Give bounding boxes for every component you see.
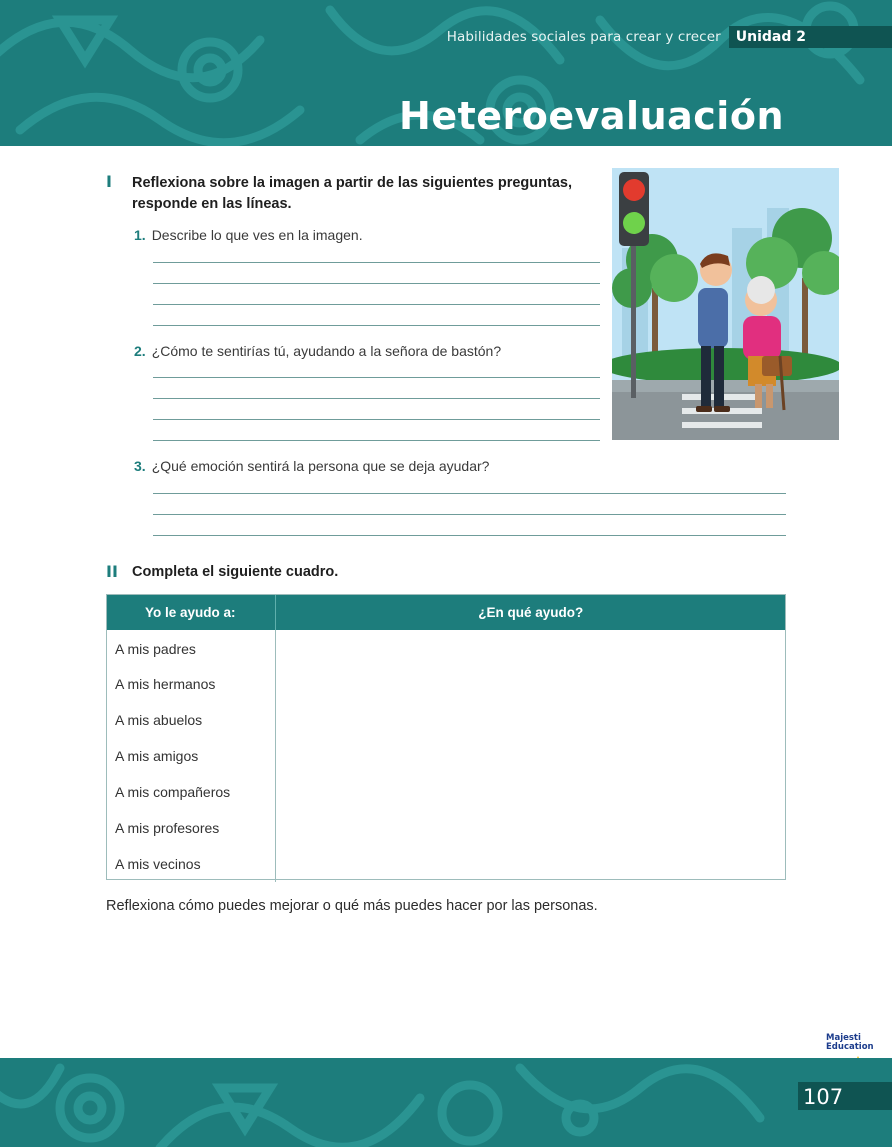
section-2-instruction: Completa el siguiente cuadro. [132,564,339,580]
section-1-instruction-line-1: Reflexiona sobre la imagen a partir de l… [132,175,572,191]
answer-line[interactable] [153,398,600,399]
answer-line[interactable] [153,283,600,284]
logo-line-2: Education [826,1042,874,1052]
question-2-text: ¿Cómo te sentirías tú, ayudando a la señ… [151,343,502,359]
table-cell-who: A mis vecinos [106,846,276,882]
table-cell-who: A mis amigos [106,738,276,774]
table-cell-answer[interactable] [275,630,786,666]
table-row: A mis vecinos [106,846,786,882]
table-cell-answer[interactable] [275,702,786,738]
table-cell-answer[interactable] [275,846,786,882]
table-row: A mis profesores [106,810,786,846]
question-3: 3. ¿Qué emoción sentirá la persona que s… [134,458,489,474]
table-header-row: Yo le ayudo a: ¿En qué ayudo? [106,594,786,630]
illustration-helping-elderly [612,168,839,440]
section-1-numeral: I [106,172,112,191]
question-2-number: 2. [134,343,146,359]
question-1: 1. Describe lo que ves en la imagen. [134,227,363,243]
page-title: Heteroevaluación [399,94,784,138]
table-cell-who: A mis padres [106,630,276,666]
table-row: A mis padres [106,630,786,666]
page-number: 107 [803,1085,844,1109]
closing-reflection: Reflexiona cómo puedes mejorar o qué más… [106,898,598,914]
table-cell-who: A mis compañeros [106,774,276,810]
question-3-number: 3. [134,458,146,474]
answer-line[interactable] [153,304,600,305]
table-cell-who: A mis abuelos [106,702,276,738]
unit-label: Unidad 2 [728,26,892,48]
question-2: 2. ¿Cómo te sentirías tú, ayudando a la … [134,343,501,359]
table-cell-answer[interactable] [275,666,786,702]
table-header-how: ¿En qué ayudo? [275,594,786,630]
table-row: A mis abuelos [106,702,786,738]
table-row: A mis hermanos [106,666,786,702]
unit-strip: Habilidades sociales para crear y crecer… [447,26,892,48]
question-1-number: 1. [134,227,146,243]
header-band: Habilidades sociales para crear y crecer… [0,0,892,146]
table-cell-who: A mis profesores [106,810,276,846]
section-1-instruction-line-2: responde en las líneas. [132,196,292,212]
answer-line[interactable] [153,440,600,441]
footer-band [0,1058,892,1147]
question-3-text: ¿Qué emoción sentirá la persona que se d… [151,458,490,474]
subject-label: Habilidades sociales para crear y crecer [446,29,721,45]
table-cell-answer[interactable] [275,810,786,846]
footer-pattern [0,1063,765,1147]
help-table: Yo le ayudo a: ¿En qué ayudo? A mis padr… [106,594,786,882]
question-1-text: Describe lo que ves en la imagen. [151,227,363,243]
answer-line[interactable] [153,377,600,378]
answer-line[interactable] [153,514,786,515]
table-row: A mis amigos [106,738,786,774]
section-2-numeral: II [106,562,118,581]
table-cell-answer[interactable] [275,774,786,810]
section-1-instruction: Reflexiona sobre la imagen a partir de l… [132,173,572,215]
answer-line[interactable] [153,535,786,536]
answer-line[interactable] [153,262,600,263]
table-cell-who: A mis hermanos [106,666,276,702]
table-header-who: Yo le ayudo a: [106,594,276,630]
answer-line[interactable] [153,325,600,326]
table-cell-answer[interactable] [275,738,786,774]
answer-line[interactable] [153,419,600,420]
answer-line[interactable] [153,493,786,494]
table-row: A mis compañeros [106,774,786,810]
